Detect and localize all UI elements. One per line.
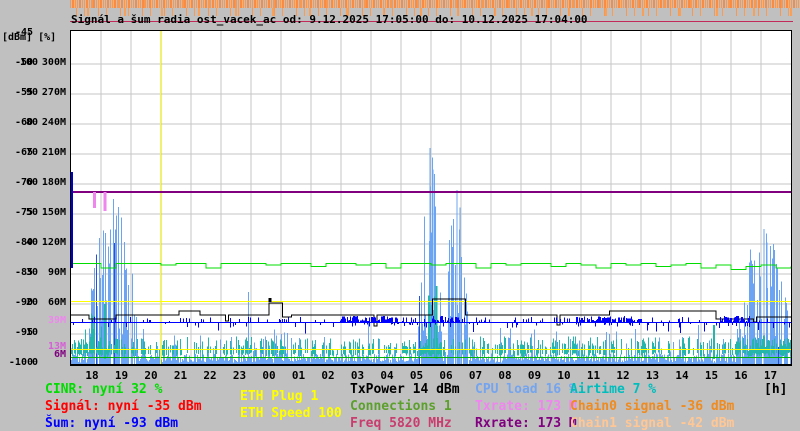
axis-tick-pct: 100 — [20, 57, 39, 68]
axis-tick-pct: 50 — [25, 207, 38, 218]
axis-tick-pct: 30 — [25, 267, 38, 278]
legend-item-chain1: Chain1 signal -42 dBm — [570, 416, 735, 431]
axis-tick-mbit: 210M — [41, 147, 66, 158]
axis-tick-pct: 80 — [25, 117, 38, 128]
axis-tick-mbit-special: 39M — [47, 315, 66, 326]
axis-tick-mbit: 150M — [41, 207, 66, 218]
legend-item-txpower: TxPower 14 dBm — [350, 382, 460, 397]
plot-area — [70, 30, 792, 366]
axis-tick-mbit: 120M — [41, 237, 66, 248]
axis-tick-mbit: 180M — [41, 177, 66, 188]
axis-tick-pct: 90 — [25, 87, 38, 98]
legend-item-eth: ETH Speed 100 — [240, 406, 342, 421]
rrd-graph-page: { "window": { "width": 800, "height": 43… — [0, 0, 800, 431]
axis-tick-pct: 40 — [25, 237, 38, 248]
hour-axis-unit: [h] — [764, 382, 788, 397]
legend-item-connections: Connections 1 — [350, 399, 452, 414]
garbled-orange-text-band — [70, 0, 800, 8]
legend-item-šum: Šum: nyní -93 dBm — [45, 416, 179, 431]
axis-tick-mbit: 270M — [41, 87, 66, 98]
axis-tick-mbit: 300M — [41, 57, 66, 68]
axis-tick-mbit: 60M — [47, 297, 66, 308]
axis-tick-pct: 60 — [25, 177, 38, 188]
legend-item-freq: Freq 5820 MHz — [350, 416, 452, 431]
axis-tick-pct: 0 — [31, 357, 38, 368]
axis-tick-mbit: 90M — [47, 267, 66, 278]
axis-tick-pct: 20 — [25, 297, 38, 308]
legend-item-chain0: Chain0 signal -36 dBm — [570, 399, 735, 414]
left-axis: -50 100 300M -55 90 270M -60 80 240M -65 70 210M -70… — [0, 0, 68, 368]
axis-tick-mbit: 240M — [41, 117, 66, 128]
legend-item-airtime: Airtime 7 % — [570, 382, 657, 397]
legend-item-cpu: CPU load 16 % — [475, 382, 577, 397]
axis-tick-pct: 70 — [25, 147, 38, 158]
legend-item-txrate: Txrate: 173 M — [475, 399, 577, 414]
page-title: Signál a šum radia ost_vacek_ac od: 9.12… — [71, 13, 588, 26]
axis-tick-mbit-special: 6M — [53, 349, 66, 360]
legend-item-rxrate: Rxrate: 173 M — [475, 416, 577, 431]
legend-item-eth: ETH Plug 1 — [240, 389, 319, 404]
legend: CINR: nyní 32 % Signál: nyní -35 dBm Šum: … — [0, 380, 800, 431]
chart-canvas — [71, 31, 791, 364]
legend-item-cinr: CINR: nyní 32 % — [45, 382, 163, 397]
legend-item-signál: Signál: nyní -35 dBm — [45, 399, 202, 414]
axis-tick-pct: 10 — [25, 327, 38, 338]
